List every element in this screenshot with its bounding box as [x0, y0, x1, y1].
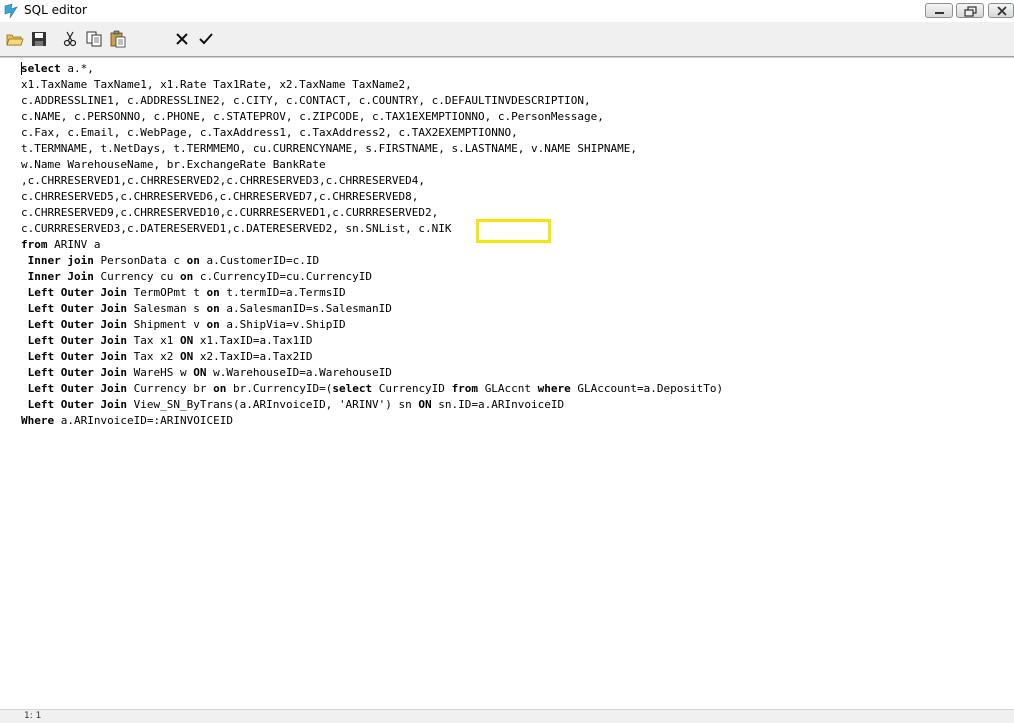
sql-keyword: Outer	[60, 350, 94, 363]
sql-keyword: Outer	[60, 286, 94, 299]
sql-keyword: Join	[100, 366, 128, 379]
code-line: w.Name WarehouseName, br.ExchangeRate Ba…	[21, 158, 326, 171]
sql-keyword: ON	[418, 398, 432, 411]
code-line: Inner Join Currency cu on c.CurrencyID=c…	[27, 270, 373, 283]
sql-keyword: Left	[27, 350, 55, 363]
cancel-icon[interactable]	[173, 30, 191, 48]
code-line: c.Fax, c.Email, c.WebPage, c.TaxAddress1…	[21, 126, 518, 139]
sql-editor-app-icon	[3, 3, 19, 19]
code-line: Inner join PersonData c on a.CustomerID=…	[27, 254, 320, 267]
sql-keyword: Left	[27, 382, 55, 395]
sql-keyword: Join	[100, 398, 128, 411]
code-line: Left Outer Join WareHS w ON w.WarehouseI…	[27, 366, 392, 379]
cursor-position: 1: 1	[24, 711, 42, 721]
sql-keyword: where	[537, 382, 571, 395]
sql-keyword: on	[213, 382, 227, 395]
sql-keyword: on	[186, 254, 200, 267]
sql-keyword: Join	[67, 270, 94, 283]
apply-icon[interactable]	[197, 30, 215, 48]
toolbar	[0, 22, 1014, 57]
sql-keyword: Left	[27, 366, 55, 379]
code-line: Left Outer Join Currency br on br.Curren…	[27, 382, 724, 395]
code-line: x1.TaxName TaxName1, x1.Rate Tax1Rate, x…	[21, 78, 412, 91]
code-line: c.CHRRESERVED5,c.CHRRESERVED6,c.CHRRESER…	[21, 190, 419, 203]
code-line: c.NAME, c.PERSONNO, c.PHONE, c.STATEPROV…	[21, 110, 604, 123]
code-line: Left Outer Join View_SN_ByTrans(a.ARInvo…	[27, 398, 565, 411]
sql-keyword: Join	[100, 286, 128, 299]
code-line: Left Outer Join Tax x1 ON x1.TaxID=a.Tax…	[27, 334, 313, 347]
code-line: select a.*,	[21, 62, 94, 75]
copy-icon[interactable]	[85, 30, 103, 48]
sql-keyword: ON	[180, 350, 194, 363]
highlight-box	[476, 219, 551, 243]
code-line: ,c.CHRRESERVED1,c.CHRRESERVED2,c.CHRRESE…	[21, 174, 425, 187]
code-line: Where a.ARInvoiceID=:ARINVOICEID	[21, 414, 233, 427]
sql-keyword: join	[67, 254, 94, 267]
code-line: Left Outer Join Shipment v on a.ShipVia=…	[27, 318, 346, 331]
sql-keyword: Outer	[60, 334, 94, 347]
sql-keyword: select	[21, 62, 61, 75]
sql-keyword: Inner	[27, 254, 61, 267]
code-line: Left Outer Join TermOPmt t on t.termID=a…	[27, 286, 346, 299]
sql-text-area[interactable]: select a.*, x1.TaxName TaxName1, x1.Rate …	[0, 57, 1014, 710]
sql-keyword: Left	[27, 286, 55, 299]
sql-keyword: Left	[27, 334, 55, 347]
code-line: c.CURRRESERVED3,c.DATERESERVED1,c.DATERE…	[21, 222, 452, 235]
sql-keyword: Join	[100, 302, 128, 315]
sql-keyword: Outer	[60, 398, 94, 411]
restore-button[interactable]	[956, 3, 984, 18]
sql-keyword: Outer	[60, 302, 94, 315]
save-icon[interactable]	[30, 30, 48, 48]
sql-keyword: Join	[100, 382, 128, 395]
sql-keyword: Left	[27, 398, 55, 411]
status-bar: 1: 1	[0, 709, 1014, 723]
sql-keyword: Join	[100, 350, 128, 363]
code-line: from ARINV a	[21, 238, 101, 251]
sql-keyword: Where	[21, 414, 55, 427]
sql-keyword: from	[21, 238, 48, 251]
code-line: Left Outer Join Salesman s on a.Salesman…	[27, 302, 392, 315]
sql-keyword: on	[206, 286, 220, 299]
sql-keyword: on	[206, 302, 220, 315]
window-title: SQL editor	[24, 3, 87, 17]
paste-icon[interactable]	[109, 30, 127, 48]
code-line: c.CHRRESERVED9,c.CHRRESERVED10,c.CURRRES…	[21, 206, 439, 219]
sql-keyword: select	[332, 382, 373, 395]
sql-keyword: Outer	[60, 318, 94, 331]
sql-keyword: Join	[100, 334, 128, 347]
sql-keyword: Outer	[60, 366, 94, 379]
code-line: t.TERMNAME, t.NetDays, t.TERMMEMO, cu.CU…	[21, 142, 637, 155]
code-line: c.ADDRESSLINE1, c.ADDRESSLINE2, c.CITY, …	[21, 94, 591, 107]
sql-keyword: Left	[27, 302, 55, 315]
sql-keyword: on	[179, 270, 194, 283]
sql-keyword: ON	[180, 334, 194, 347]
close-button[interactable]	[988, 3, 1014, 18]
sql-keyword: Outer	[60, 382, 94, 395]
code-line: Left Outer Join Tax x2 ON x2.TaxID=a.Tax…	[27, 350, 313, 363]
minimize-button[interactable]	[925, 3, 953, 18]
cut-icon[interactable]	[61, 30, 79, 48]
sql-keyword: Join	[100, 318, 128, 331]
sql-keyword: Left	[27, 318, 55, 331]
sql-keyword: on	[206, 318, 220, 331]
sql-keyword: ON	[193, 366, 207, 379]
sql-keyword: from	[451, 382, 479, 395]
sql-keyword: Inner	[27, 270, 61, 283]
title-bar: SQL editor	[0, 0, 1014, 23]
open-icon[interactable]	[6, 30, 24, 48]
